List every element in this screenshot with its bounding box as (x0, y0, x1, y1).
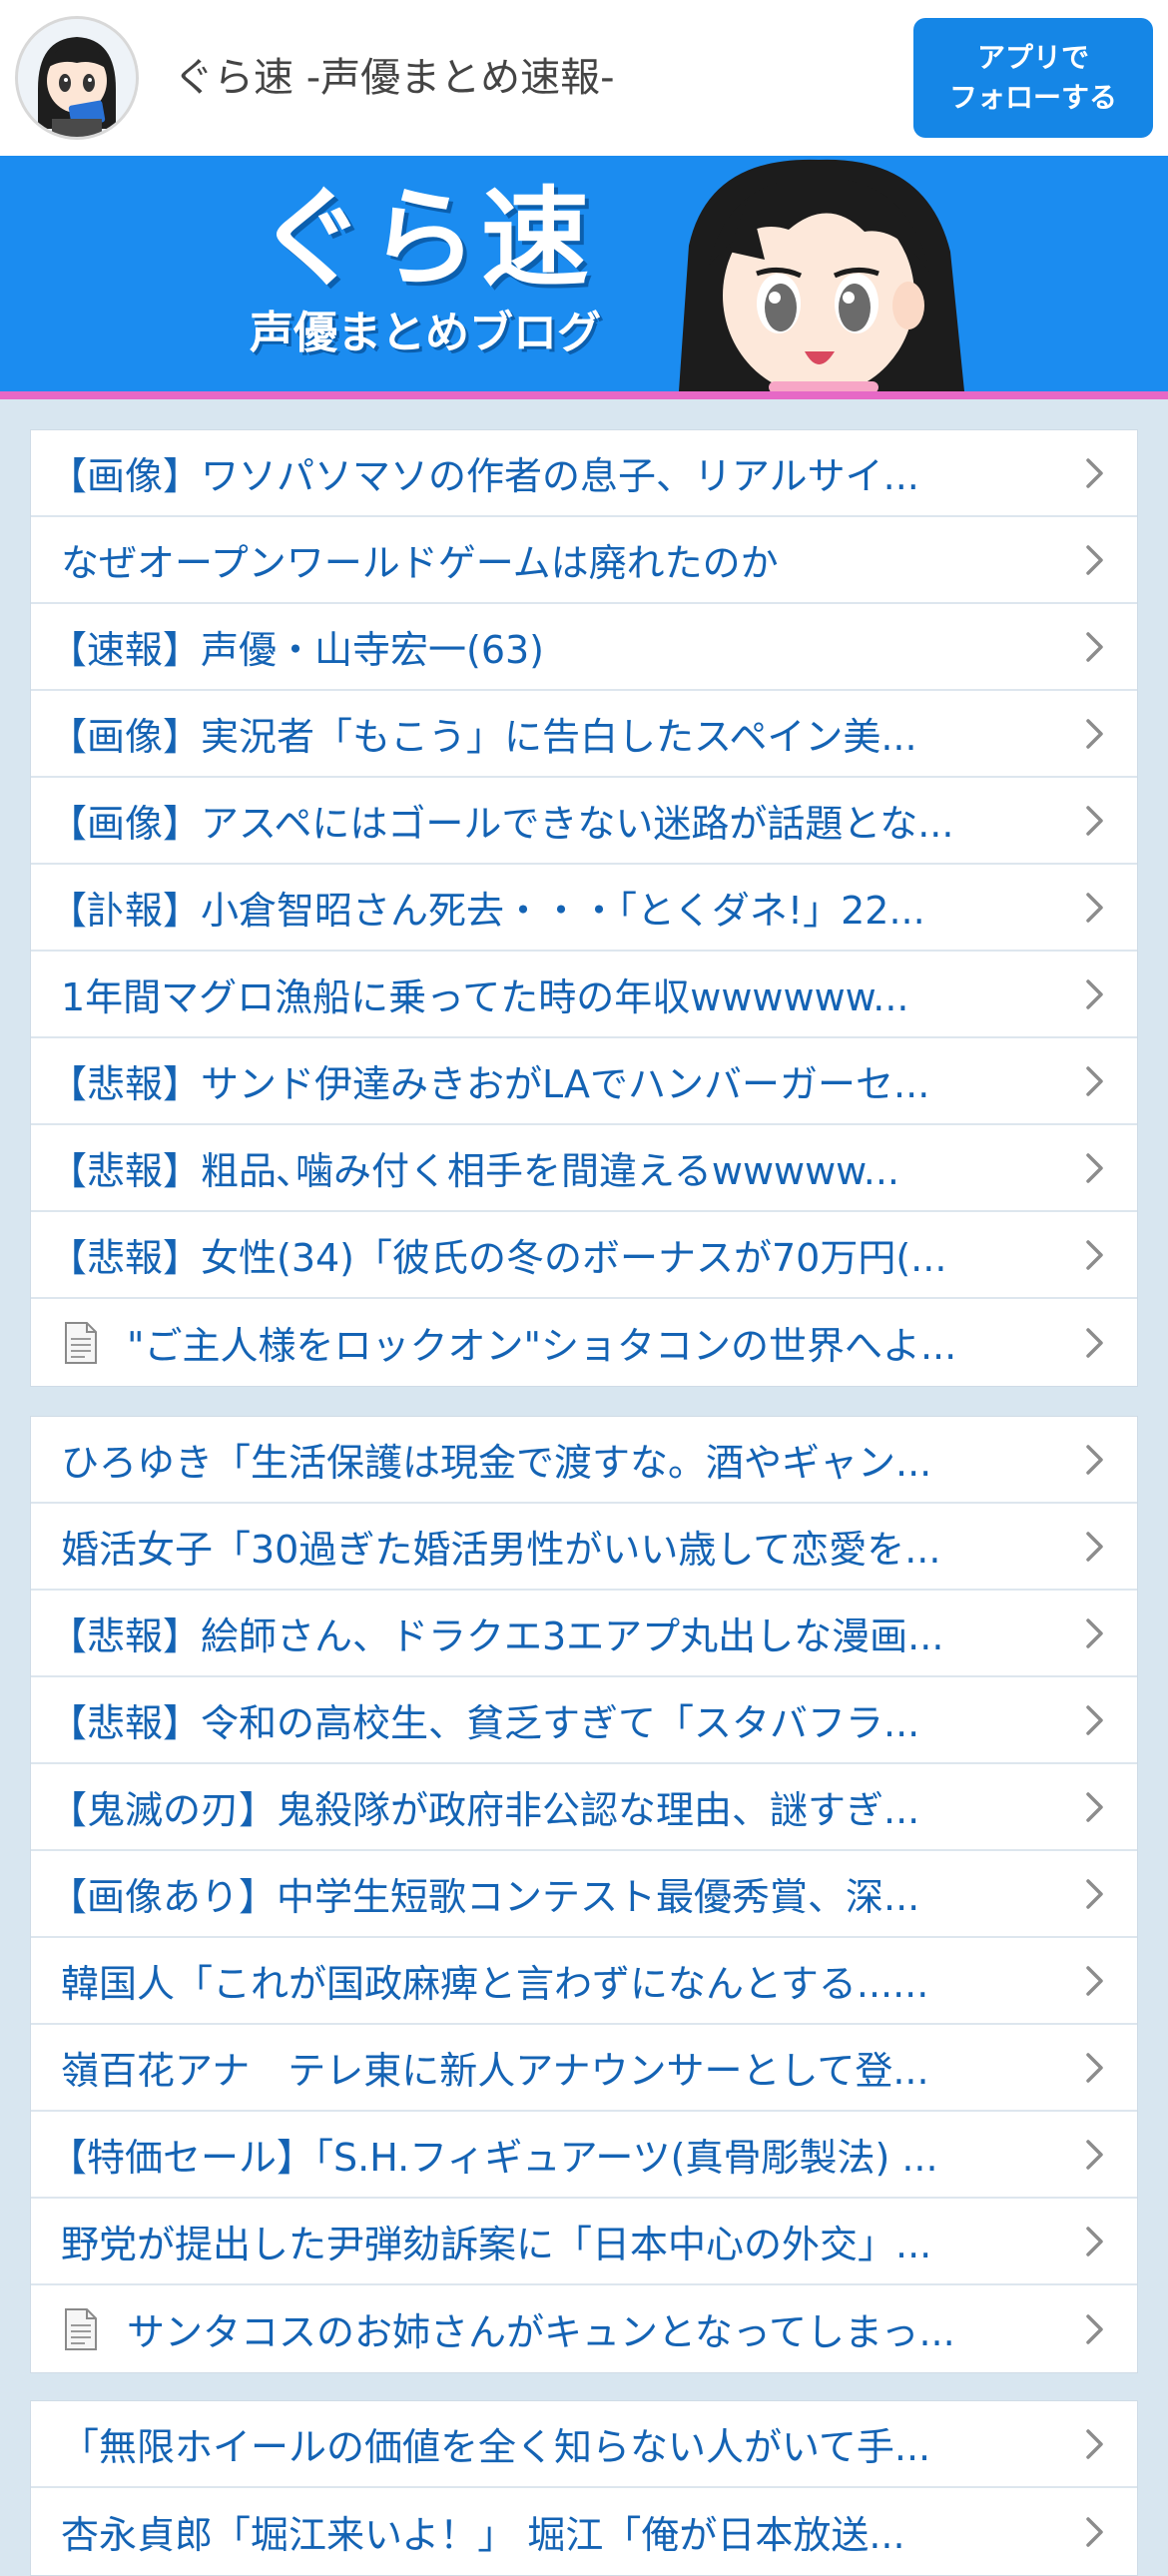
chevron-right-icon (1086, 1965, 1103, 1996)
follow-button-line1: アプリで (976, 41, 1089, 74)
chevron-right-icon (1086, 2313, 1103, 2344)
article-title: 【画像】実況者「もこう」に告白したスペイン美... (49, 715, 917, 759)
article-row[interactable]: "ご主人様をロックオン"ショタコンの世界へよ... (31, 1299, 1137, 1386)
document-icon (65, 1321, 97, 1364)
article-title: 【悲報】絵師さん、ドラクエ3エアプ丸出しな漫画... (49, 1614, 944, 1658)
article-row[interactable]: サンタコスのお姉さんがキュンとなってしまっ... (31, 2285, 1137, 2372)
article-title: 【悲報】サンド伊達みきおがLAでハンバーガーセ... (49, 1062, 930, 1106)
article-row[interactable]: 【訃報】小倉智昭さん死去・・・「とくダネ!」22... (31, 865, 1137, 952)
article-row[interactable]: 【悲報】絵師さん、ドラクエ3エアプ丸出しな漫画... (31, 1591, 1137, 1677)
banner-subtitle: 声優まとめブログ (250, 308, 601, 358)
article-title: 【訃報】小倉智昭さん死去・・・「とくダネ!」22... (49, 889, 925, 933)
article-row[interactable]: 【画像】ワソパソマソの作者の息子、リアルサイ... (31, 430, 1137, 517)
article-row[interactable]: なぜオープンワールドゲームは廃れたのか (31, 517, 1137, 604)
article-row[interactable]: 【悲報】女性(34)「彼氏の冬のボーナスが70万円(... (31, 1212, 1137, 1299)
article-title: 【画像】ワソパソマソの作者の息子、リアルサイ... (49, 454, 919, 498)
article-list-section-1: 【画像】ワソパソマソの作者の息子、リアルサイ... なぜオープンワールドゲームは廃… (30, 429, 1138, 1387)
article-row[interactable]: 野党が提出した尹弾劾訴案に「日本中心の外交」... (31, 2199, 1137, 2285)
article-row[interactable]: 婚活女子「30過ぎた婚活男性がいい歳して恋愛を... (31, 1504, 1137, 1591)
chevron-right-icon (1086, 1531, 1103, 1562)
banner-accent-strip (0, 391, 1168, 399)
site-banner[interactable]: ぐら速 声優まとめブログ (0, 156, 1168, 391)
article-title: 嶺百花アナ テレ東に新人アナウンサーとして登... (61, 2049, 929, 2093)
chevron-right-icon (1086, 631, 1103, 662)
chevron-right-icon (1086, 718, 1103, 749)
article-title: 【鬼滅の刃】鬼殺隊が政府非公認な理由、謎すぎ... (49, 1788, 920, 1832)
article-row[interactable]: 【悲報】粗品､噛み付く相手を間違えるwwwww... (31, 1125, 1137, 1212)
article-list-section-3: 「無限ホイールの価値を全く知らない人がいて手... 杏永貞郎「堀江来いよ！」 堀江… (30, 2400, 1138, 2576)
article-row[interactable]: 【特価セール】「S.H.フィギュアーツ(真骨彫製法) ... (31, 2112, 1137, 2199)
site-avatar[interactable] (15, 16, 139, 140)
chevron-right-icon (1086, 1152, 1103, 1183)
article-row[interactable]: 1年間マグロ漁船に乗ってた時の年収wwwwww... (31, 952, 1137, 1038)
chevron-right-icon (1086, 978, 1103, 1009)
article-title: 【速報】声優・山寺宏一(63) (49, 628, 545, 672)
chevron-right-icon (1086, 1704, 1103, 1735)
banner-title: ぐら速 (258, 177, 594, 302)
article-row[interactable]: 【鬼滅の刃】鬼殺隊が政府非公認な理由、謎すぎ... (31, 1764, 1137, 1851)
article-title: 【特価セール】「S.H.フィギュアーツ(真骨彫製法) ... (49, 2136, 938, 2180)
article-row[interactable]: 【画像】アスペにはゴールできない迷路が話題とな... (31, 778, 1137, 865)
chevron-right-icon (1086, 1791, 1103, 1822)
chevron-right-icon (1086, 457, 1103, 488)
chevron-right-icon (1086, 1239, 1103, 1270)
chevron-right-icon (1086, 1327, 1103, 1358)
article-title: 1年間マグロ漁船に乗ってた時の年収wwwwww... (61, 975, 909, 1019)
article-row[interactable]: 【画像】実況者「もこう」に告白したスペイン美... (31, 691, 1137, 778)
document-icon (65, 2307, 97, 2350)
article-row[interactable]: 【画像あり】中学生短歌コンテスト最優秀賞、深... (31, 1851, 1137, 1938)
article-title: 韓国人「これが国政麻痺と言わずになんとする...... (61, 1962, 929, 2006)
chevron-right-icon (1086, 1878, 1103, 1909)
chevron-right-icon (1086, 544, 1103, 575)
article-row[interactable]: ひろゆき「生活保護は現金で渡すな。酒やギャン... (31, 1417, 1137, 1504)
chevron-right-icon (1086, 805, 1103, 836)
banner-character-illustration (679, 159, 964, 391)
article-title: 「無限ホイールの価値を全く知らない人がいて手... (61, 2425, 931, 2469)
chevron-right-icon (1086, 2516, 1103, 2547)
chevron-right-icon (1086, 1444, 1103, 1475)
chevron-right-icon (1086, 2226, 1103, 2256)
site-title[interactable]: ぐら速 -声優まとめ速報- (174, 46, 615, 110)
article-title: 【悲報】粗品､噛み付く相手を間違えるwwwww... (49, 1149, 900, 1193)
app-header: ぐら速 -声優まとめ速報- アプリで フォローする (0, 0, 1168, 156)
article-row[interactable]: 「無限ホイールの価値を全く知らない人がいて手... (31, 2401, 1137, 2488)
article-list-section-2: ひろゆき「生活保護は現金で渡すな。酒やギャン... 婚活女子「30過ぎた婚活男性が… (30, 1416, 1138, 2373)
article-row[interactable]: 韓国人「これが国政麻痺と言わずになんとする...... (31, 1938, 1137, 2025)
article-title: サンタコスのお姉さんがキュンとなってしまっ... (127, 2310, 955, 2354)
article-title: 【悲報】令和の高校生、貧乏すぎて「スタバフラ... (49, 1701, 920, 1745)
avatar-character-image (18, 19, 136, 137)
article-title: 杏永貞郎「堀江来いよ！」 堀江「俺が日本放送... (61, 2513, 905, 2557)
article-title: 【悲報】女性(34)「彼氏の冬のボーナスが70万円(... (49, 1236, 947, 1280)
article-title: ひろゆき「生活保護は現金で渡すな。酒やギャン... (61, 1441, 932, 1485)
chevron-right-icon (1086, 2428, 1103, 2459)
chevron-right-icon (1086, 1065, 1103, 1096)
chevron-right-icon (1086, 892, 1103, 923)
article-title: 野党が提出した尹弾劾訴案に「日本中心の外交」... (61, 2223, 932, 2266)
article-row[interactable]: 【速報】声優・山寺宏一(63) (31, 604, 1137, 691)
article-title: 婚活女子「30過ぎた婚活男性がいい歳して恋愛を... (61, 1528, 941, 1572)
article-row[interactable]: 【悲報】令和の高校生、貧乏すぎて「スタバフラ... (31, 1677, 1137, 1764)
follow-in-app-button[interactable]: アプリで フォローする (913, 18, 1153, 138)
chevron-right-icon (1086, 2052, 1103, 2083)
article-row[interactable]: 嶺百花アナ テレ東に新人アナウンサーとして登... (31, 2025, 1137, 2112)
article-row[interactable]: 【悲報】サンド伊達みきおがLAでハンバーガーセ... (31, 1038, 1137, 1125)
article-row[interactable]: 杏永貞郎「堀江来いよ！」 堀江「俺が日本放送... (31, 2488, 1137, 2575)
chevron-right-icon (1086, 2139, 1103, 2170)
article-title: 【画像】アスペにはゴールできない迷路が話題とな... (49, 802, 954, 846)
chevron-right-icon (1086, 1617, 1103, 1648)
article-title: なぜオープンワールドゲームは廃れたのか (61, 541, 779, 585)
article-title: 【画像あり】中学生短歌コンテスト最優秀賞、深... (49, 1875, 920, 1919)
follow-button-line2: フォローする (948, 81, 1117, 114)
article-title: "ご主人様をロックオン"ショタコンの世界へよ... (127, 1324, 957, 1368)
